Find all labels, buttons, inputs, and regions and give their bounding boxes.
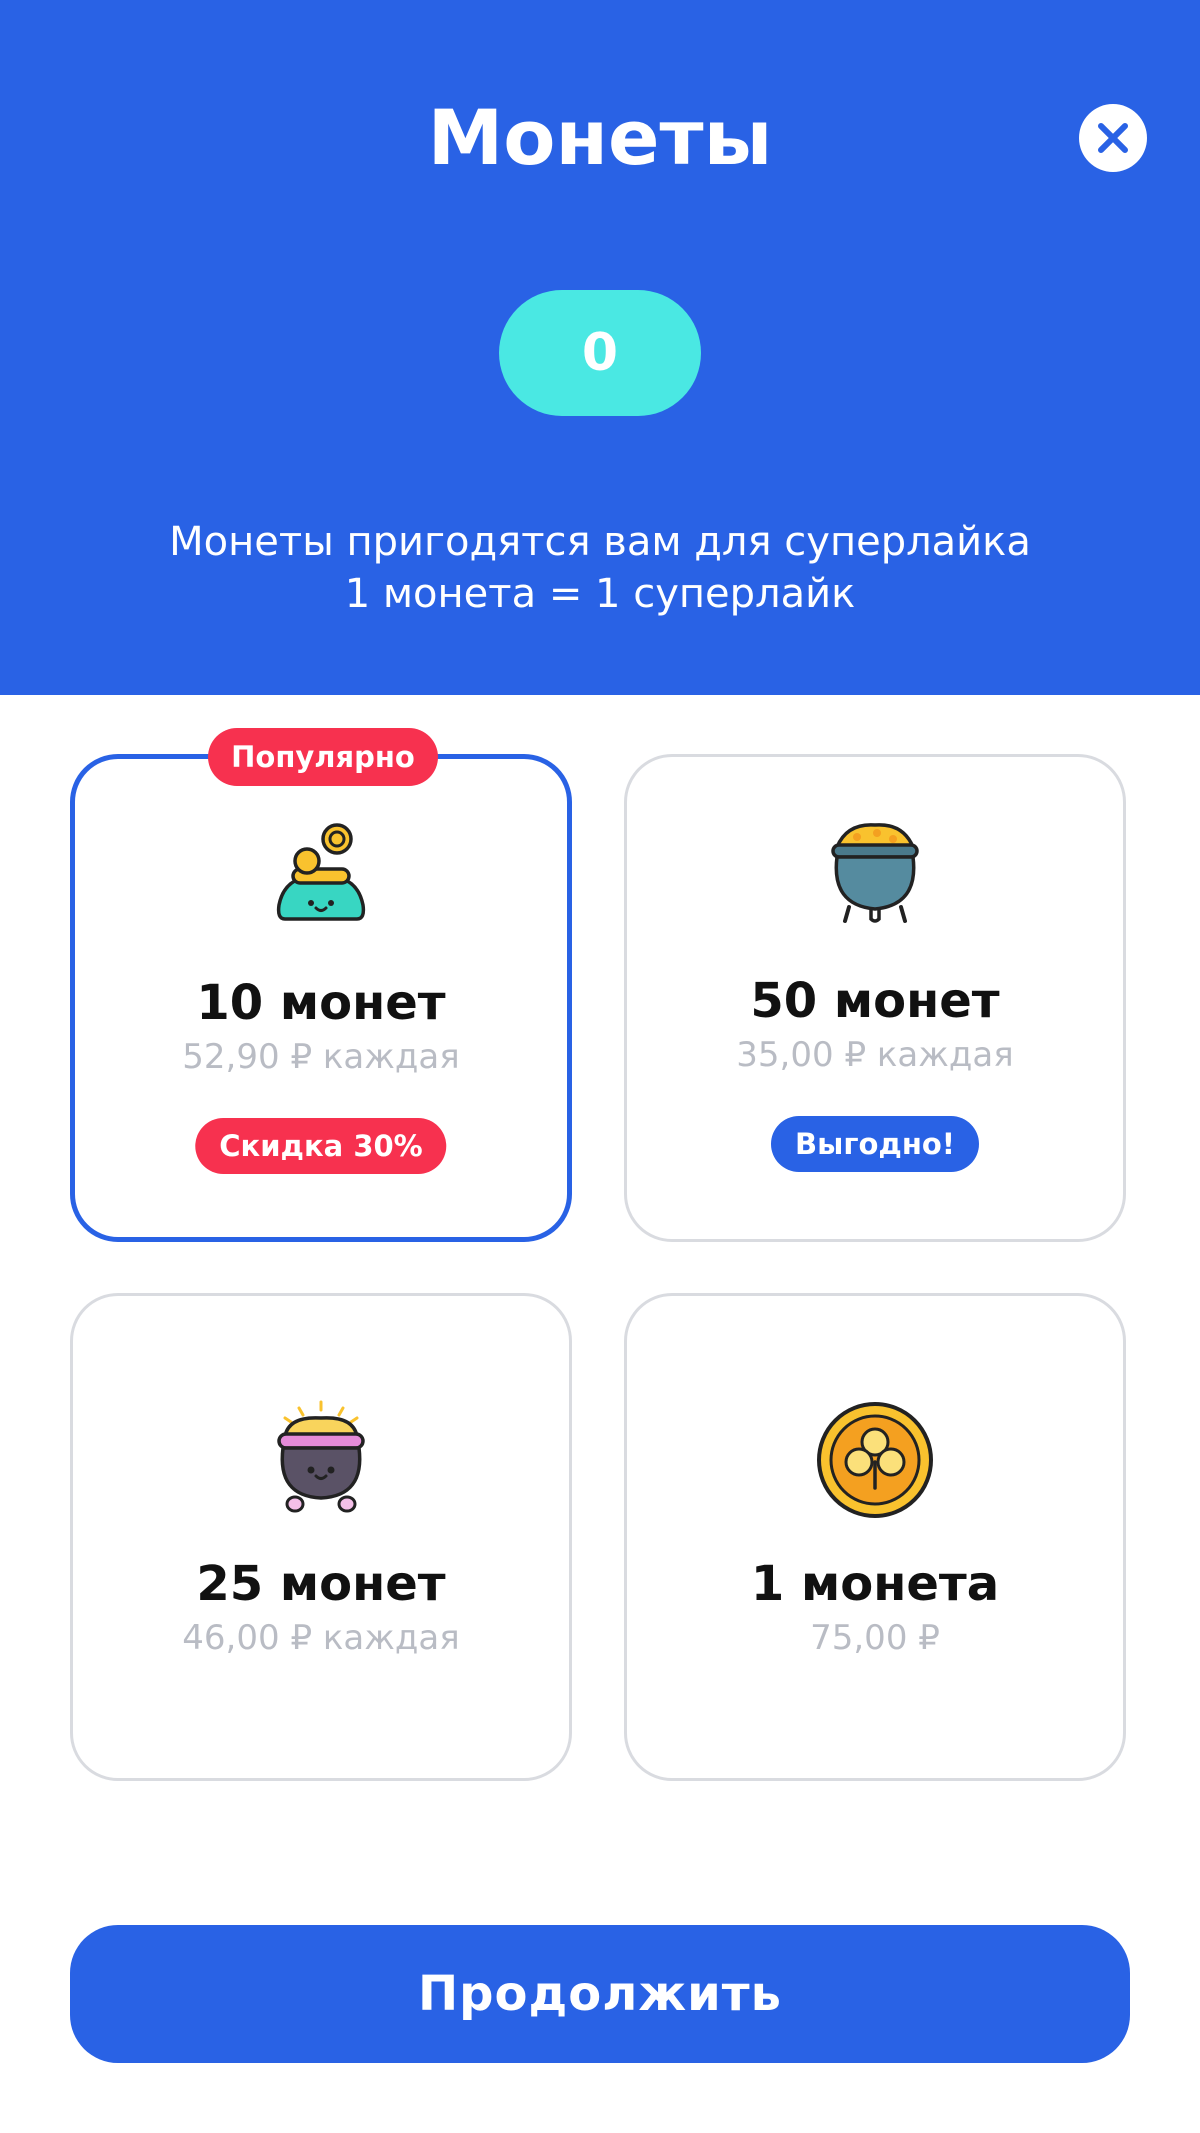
discount-badge: Скидка 30%	[195, 1118, 447, 1174]
package-price: 46,00 ₽ каждая	[182, 1618, 460, 1658]
pot-of-gold-icon	[831, 823, 919, 923]
description-line-2: 1 монета = 1 суперлайк	[344, 571, 856, 617]
close-icon	[1098, 123, 1128, 153]
page-title: Монеты	[427, 93, 773, 182]
package-title: 25 монет	[196, 1556, 446, 1612]
package-card-25[interactable]: 25 монет 46,00 ₽ каждая	[70, 1293, 572, 1781]
package-price: 52,90 ₽ каждая	[182, 1037, 460, 1077]
package-card-1[interactable]: 1 монета 75,00 ₽	[624, 1293, 1126, 1781]
package-price: 35,00 ₽ каждая	[736, 1035, 1014, 1075]
popular-badge: Популярно	[208, 728, 438, 786]
package-title: 10 монет	[196, 975, 446, 1031]
description-line-1: Монеты пригодятся вам для суперлайка	[169, 519, 1031, 565]
coins-description: Монеты пригодятся вам для суперлайка 1 м…	[0, 516, 1200, 620]
package-card-10[interactable]: 10 монет 52,90 ₽ каждая Скидка 30%	[70, 754, 572, 1242]
coin-balance: 0	[499, 290, 701, 416]
close-button[interactable]	[1079, 104, 1147, 172]
continue-button[interactable]: Продолжить	[70, 1925, 1130, 2063]
cauldron-icon	[277, 1400, 365, 1513]
package-title: 1 монета	[750, 1556, 1000, 1612]
coin-bag-icon	[276, 823, 366, 921]
clover-coin-icon	[817, 1402, 933, 1518]
value-badge: Выгодно!	[770, 1116, 980, 1172]
package-card-50[interactable]: 50 монет 35,00 ₽ каждая Выгодно!	[624, 754, 1126, 1242]
coins-header: Монеты 0 Монеты пригодятся вам для супер…	[0, 0, 1200, 695]
package-price: 75,00 ₽	[810, 1618, 940, 1658]
package-title: 50 монет	[750, 973, 1000, 1029]
